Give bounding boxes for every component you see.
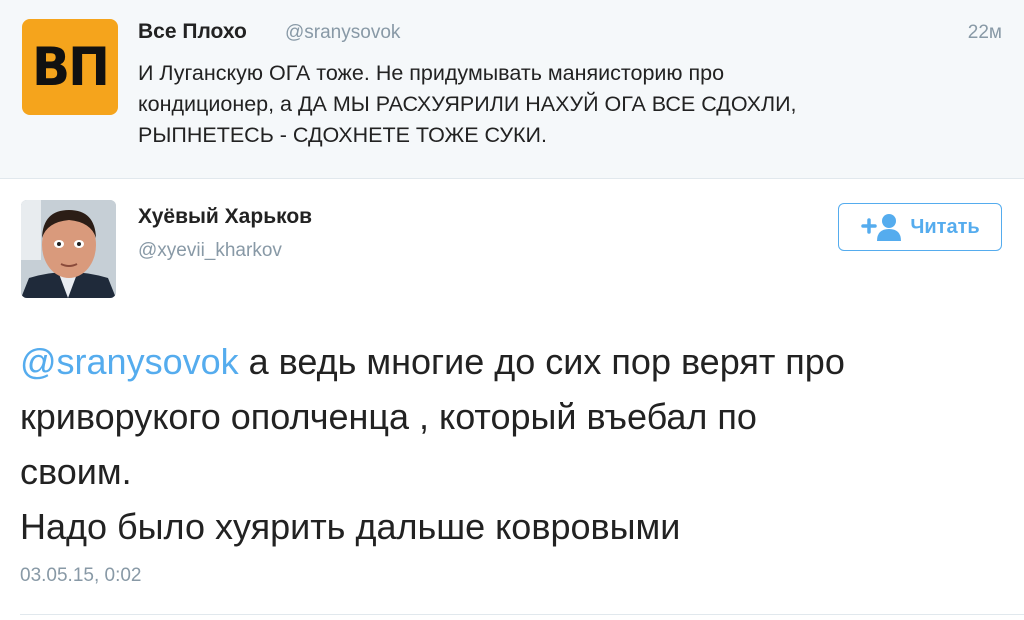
parent-author-handle[interactable]: @sranysovok	[285, 22, 400, 44]
tweet-text: @sranysovok а ведь многие до сих пор вер…	[20, 334, 1010, 554]
tweet-text-line: криворукого ополченца , который въебал п…	[20, 396, 757, 437]
tweet-date[interactable]: 03.05.15, 0:02	[20, 565, 142, 587]
author-avatar[interactable]	[21, 200, 116, 298]
parent-timestamp[interactable]: 22м	[968, 22, 1002, 44]
parent-text-line: кондиционер, а ДА МЫ РАСХУЯРИЛИ НАХУЙ ОГ…	[138, 92, 797, 116]
parent-tweet[interactable]: ВП Все Плохо @sranysovok 22м И Луганскую…	[0, 0, 1024, 179]
tweet-text-line: своим.	[20, 451, 132, 492]
tweet-text-line: @sranysovok а ведь многие до сих пор вер…	[20, 334, 1010, 389]
parent-text-line: РЫПНЕТЕСЬ - СДОХНЕТЕ ТОЖЕ СУКИ.	[138, 123, 547, 147]
add-user-icon	[861, 214, 902, 241]
author-name[interactable]: Хуёвый Харьков	[138, 205, 312, 229]
tweet-text-line: Надо было хуярить дальше ковровыми	[20, 506, 681, 547]
mention-link[interactable]: @sranysovok	[20, 341, 239, 382]
divider	[20, 614, 1024, 615]
parent-avatar[interactable]: ВП	[22, 19, 118, 115]
follow-button-label: Читать	[910, 215, 980, 238]
avatar-photo	[21, 200, 116, 298]
author-handle[interactable]: @xyevii_kharkov	[138, 240, 282, 262]
parent-text-line: И Луганскую ОГА тоже. Не придумывать ман…	[138, 61, 725, 85]
tweet-text-fragment: а ведь многие до сих пор верят про	[238, 341, 845, 382]
avatar-logo-text: ВП	[32, 36, 110, 98]
parent-author-name[interactable]: Все Плохо	[138, 20, 247, 44]
follow-button[interactable]: Читать	[838, 203, 1002, 251]
parent-tweet-text: И Луганскую ОГА тоже. Не придумывать ман…	[138, 58, 998, 151]
